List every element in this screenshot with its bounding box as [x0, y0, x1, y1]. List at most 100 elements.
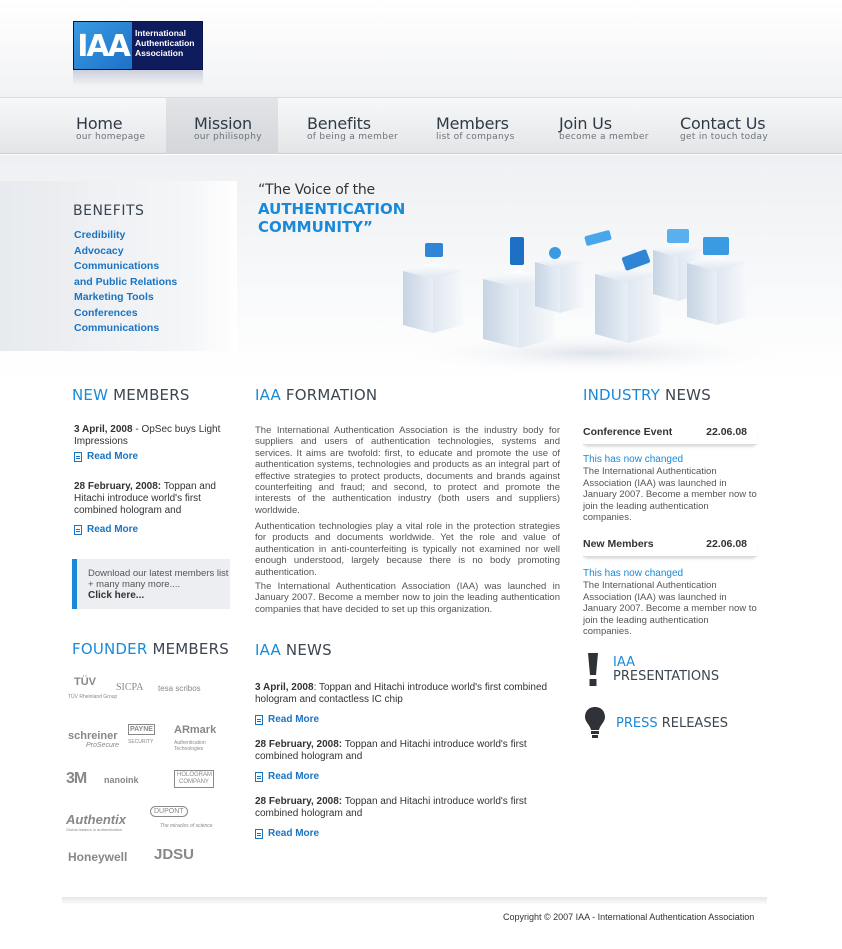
iaa-news-item: 28 February, 2008: Toppan and Hitachi in…	[255, 796, 535, 820]
nav-mission-title: Mission	[194, 114, 252, 133]
industry-event-row[interactable]: Conference Event 22.06.08	[583, 419, 757, 445]
read-more-link[interactable]: Read More	[74, 451, 138, 462]
iaa-presentations-link[interactable]: IAA PRESENTATIONS	[613, 656, 719, 684]
press-rest: RELEASES	[657, 716, 729, 731]
doc-icon	[255, 714, 263, 725]
read-more-link[interactable]: Read More	[255, 771, 319, 782]
founder-heading-rest: MEMBERS	[147, 640, 229, 658]
new-members-heading-rest: MEMBERS	[108, 386, 190, 404]
doc-icon	[255, 771, 263, 782]
benefit-link[interactable]: and Public Relations	[74, 275, 177, 291]
read-more-label: Read More	[268, 771, 320, 782]
nav-home[interactable]: Home our homepage	[76, 98, 145, 154]
nav-members-title: Members	[436, 114, 509, 133]
read-more-link[interactable]: Read More	[74, 524, 138, 535]
authentix-logo-sub: Global leaders in authentication	[66, 827, 123, 832]
industry-event-title: New Members	[583, 537, 654, 550]
industry-text: The International Authentication Associa…	[583, 466, 757, 523]
honeywell-logo[interactable]: Honeywell	[68, 850, 127, 864]
formation-paragraph: The International Authentication Associa…	[255, 425, 560, 516]
payne-logo[interactable]: PAYNE	[128, 724, 155, 735]
iaa-formation-heading: IAA FORMATION	[255, 386, 377, 404]
read-more-label: Read More	[268, 714, 320, 725]
formation-heading-hl: IAA	[255, 386, 281, 404]
download-members-box[interactable]: Download our latest members list + many …	[72, 559, 230, 609]
exclamation-icon	[588, 653, 598, 686]
formation-paragraph: Authentication technologies play a vital…	[255, 521, 560, 578]
benefit-link[interactable]: Advocacy	[74, 244, 177, 260]
nav-members[interactable]: Members list of companys	[436, 98, 515, 154]
industry-event-date: 22.06.08	[706, 425, 747, 438]
read-more-link[interactable]: Read More	[255, 828, 319, 839]
site-logo[interactable]: IAA International Authentication Associa…	[73, 21, 203, 70]
new-members-heading-hl: NEW	[72, 386, 109, 404]
founder-heading-hl: FOUNDER	[72, 640, 148, 658]
news-date: 3 April, 2008	[74, 424, 133, 435]
industry-text: The International Authentication Associa…	[583, 580, 757, 637]
iaa-news-heading: IAA NEWS	[255, 641, 332, 659]
3m-logo[interactable]: 3M	[66, 770, 87, 788]
nav-members-sub: list of companys	[436, 132, 515, 142]
armark-logo-sub: Authentication Technologies	[174, 740, 206, 752]
iaa-news-item: 3 April, 2008: Toppan and Hitachi introd…	[255, 682, 555, 706]
schreiner-logo-sub: ProSecure	[86, 742, 120, 749]
benefit-link[interactable]: Marketing Tools	[74, 290, 177, 306]
industry-changed-link[interactable]: This has now changed	[583, 454, 683, 465]
tesa-scribos-logo[interactable]: tesa scribos	[158, 684, 201, 693]
benefit-link[interactable]: Credibility	[74, 228, 177, 244]
founder-logos: TÜV TÜV Rheinland Group SICPA tesa scrib…	[66, 672, 226, 872]
new-member-item: 3 April, 2008 - OpSec buys Light Impress…	[74, 424, 234, 448]
schreiner-logo[interactable]: schreiner	[68, 730, 118, 742]
nav-contact-title: Contact Us	[680, 114, 766, 133]
download-text: Download our latest members list + many …	[88, 568, 229, 590]
nanoink-logo[interactable]: nanoink	[104, 775, 139, 785]
doc-icon	[74, 451, 82, 462]
dupont-logo-sub: The miracles of science	[160, 823, 213, 829]
presentations-hl: IAA	[613, 655, 635, 670]
main-nav: Home our homepage Mission our philisophy…	[0, 97, 842, 154]
read-more-label: Read More	[87, 451, 139, 462]
nav-mission[interactable]: Mission our philisophy	[166, 98, 278, 154]
nav-benefits-title: Benefits	[307, 114, 371, 133]
hero-cubes-illustration	[395, 229, 795, 375]
press-releases-link[interactable]: PRESS RELEASES	[616, 716, 728, 731]
copyright-text: Copyright © 2007 IAA - International Aut…	[503, 912, 755, 922]
founder-members-heading: FOUNDER MEMBERS	[72, 640, 229, 658]
hologram-company-logo[interactable]: HOLOGRAM COMPANY	[174, 770, 214, 788]
formation-paragraph: The International Authentication Associa…	[255, 581, 560, 615]
nav-benefits[interactable]: Benefits of being a member	[307, 98, 398, 154]
lightbulb-icon	[585, 707, 605, 738]
nav-contact-sub: get in touch today	[680, 132, 768, 142]
dupont-logo[interactable]: DUPONT	[150, 806, 188, 817]
formation-heading-rest: FORMATION	[280, 386, 378, 404]
authentix-logo[interactable]: Authentix	[66, 812, 126, 827]
doc-icon	[255, 828, 263, 839]
benefit-link[interactable]: Conferences	[74, 306, 177, 322]
industry-event-date: 22.06.08	[706, 537, 747, 550]
jdsu-logo[interactable]: JDSU	[154, 846, 194, 863]
armark-logo[interactable]: ARmark	[174, 724, 216, 736]
industry-changed-link[interactable]: This has now changed	[583, 568, 683, 579]
iaa-news-heading-hl: IAA	[255, 641, 281, 659]
tuv-logo[interactable]: TÜV	[74, 676, 96, 688]
benefit-link[interactable]: Communications	[74, 321, 177, 337]
nav-benefits-sub: of being a member	[307, 132, 399, 142]
hero-quote-line1: “The Voice of the	[258, 182, 375, 198]
read-more-link[interactable]: Read More	[255, 714, 319, 725]
sicpa-logo[interactable]: SICPA	[116, 682, 143, 693]
iaa-news-heading-rest: NEWS	[280, 641, 332, 659]
nav-join[interactable]: Join Us become a member	[559, 98, 649, 154]
nav-join-sub: become a member	[559, 132, 649, 142]
industry-event-row[interactable]: New Members 22.06.08	[583, 531, 757, 557]
payne-logo-sub: SECURITY	[128, 739, 154, 745]
read-more-label: Read More	[87, 524, 139, 535]
industry-heading-hl: INDUSTRY	[583, 386, 661, 404]
logo-text: International Authentication Association	[135, 28, 195, 58]
industry-heading-rest: NEWS	[660, 386, 711, 404]
download-link[interactable]: Click here...	[88, 590, 230, 601]
news-date: 3 April, 2008	[255, 682, 314, 693]
benefit-link[interactable]: Communications	[74, 259, 177, 275]
nav-contact[interactable]: Contact Us get in touch today	[680, 98, 768, 154]
footer-divider	[62, 897, 767, 905]
news-date: 28 February, 2008:	[255, 739, 343, 750]
